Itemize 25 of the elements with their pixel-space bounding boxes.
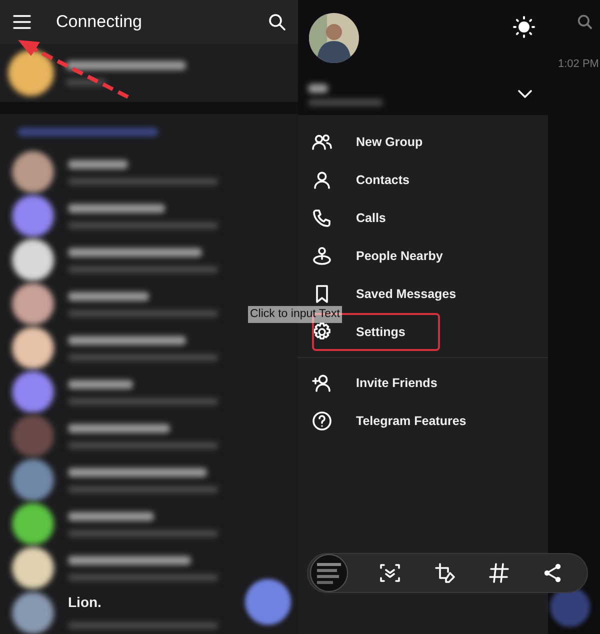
- people-nearby-icon: [312, 246, 332, 266]
- search-icon[interactable]: [268, 13, 286, 31]
- menu-item[interactable]: Contacts: [298, 161, 548, 199]
- scroll-capture-icon[interactable]: [379, 562, 402, 584]
- hashtag-icon[interactable]: [488, 562, 510, 584]
- avatar[interactable]: [309, 13, 359, 63]
- menu-item[interactable]: Invite Friends: [298, 364, 548, 402]
- help-icon: [312, 411, 332, 431]
- group-icon: [312, 132, 332, 152]
- chat-name: Lion.: [68, 593, 102, 612]
- menu-item[interactable]: New Group: [298, 123, 548, 161]
- settings-icon: [312, 322, 332, 342]
- phone-icon: [312, 208, 332, 228]
- menu-item[interactable]: People Nearby: [298, 237, 548, 275]
- add-person-icon: [312, 373, 332, 393]
- menu-icon[interactable]: [12, 14, 32, 30]
- crop-edit-icon[interactable]: [434, 562, 456, 584]
- menu-item[interactable]: Calls: [298, 199, 548, 237]
- person-icon: [312, 170, 332, 190]
- screenshot-thumbnail[interactable]: [310, 554, 348, 592]
- chevron-down-icon[interactable]: [517, 89, 533, 99]
- timestamp: 1:02 PM: [558, 57, 599, 72]
- brightness-icon[interactable]: [513, 16, 535, 38]
- app-title: Connecting: [56, 11, 142, 34]
- menu-item[interactable]: Telegram Features: [298, 402, 548, 440]
